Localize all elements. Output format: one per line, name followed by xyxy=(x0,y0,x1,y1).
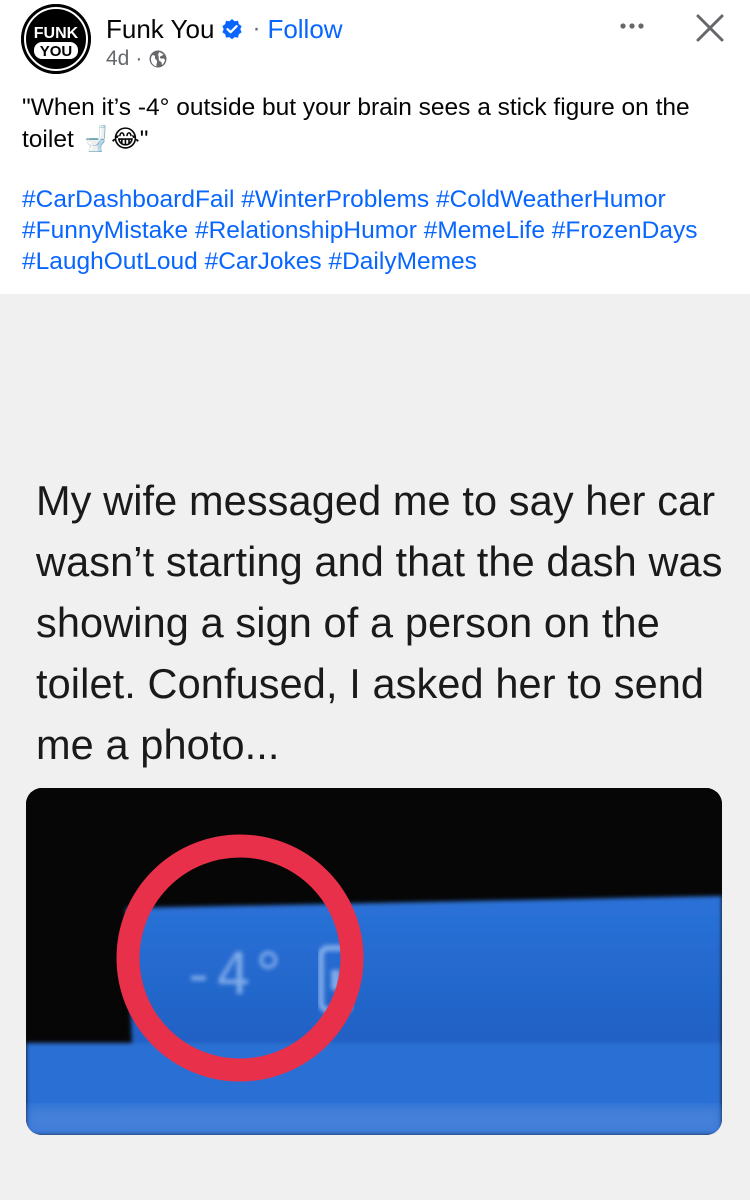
meme-image: My wife messaged me to say her car wasn’… xyxy=(0,462,750,1200)
post-meta: 4d · xyxy=(106,47,168,71)
avatar-text-bottom: YOU xyxy=(40,43,73,60)
post-caption: "When it’s -4° outside but your brain se… xyxy=(22,94,690,153)
verified-badge-icon xyxy=(221,18,243,40)
post-header: FUNK YOU Funk You · Follow 4d · xyxy=(0,0,750,84)
separator-dot: · xyxy=(252,15,261,42)
dashboard-photo: -4° xyxy=(26,788,722,1135)
hashtag-list: #CarDashboardFail #WinterProblems #ColdW… xyxy=(22,184,737,277)
hashtag-link[interactable]: #MemeLife xyxy=(424,217,545,244)
hashtag-link[interactable]: #CarJokes xyxy=(205,248,322,275)
dash-temperature-reading: -4° xyxy=(181,940,286,1008)
author-name[interactable]: Funk You xyxy=(106,14,214,45)
meta-separator: · xyxy=(135,47,143,70)
more-options-button[interactable] xyxy=(612,10,652,40)
hashtag-link[interactable]: #RelationshipHumor xyxy=(195,217,417,244)
page-avatar[interactable]: FUNK YOU xyxy=(21,4,91,74)
close-button[interactable] xyxy=(688,8,732,52)
follow-button[interactable]: Follow xyxy=(267,14,342,45)
meme-text: My wife messaged me to say her car wasn’… xyxy=(36,477,723,768)
hashtag-link[interactable]: #FrozenDays xyxy=(552,217,698,244)
close-icon xyxy=(696,14,724,42)
hashtag-link[interactable]: #WinterProblems xyxy=(241,186,429,213)
avatar-text-top: FUNK xyxy=(34,25,79,42)
hashtag-link[interactable]: #CarDashboardFail xyxy=(22,186,234,213)
hashtag-link[interactable]: #FunnyMistake xyxy=(22,217,188,244)
post-time[interactable]: 4d xyxy=(106,47,129,71)
globe-icon xyxy=(148,49,168,69)
hashtag-link[interactable]: #DailyMemes xyxy=(328,248,476,275)
hashtag-link[interactable]: #LaughOutLoud xyxy=(22,248,198,275)
hashtag-link[interactable]: #ColdWeatherHumor xyxy=(436,186,666,213)
more-dots-icon xyxy=(620,23,626,29)
post-media[interactable]: My wife messaged me to say her car wasn’… xyxy=(0,294,750,1200)
